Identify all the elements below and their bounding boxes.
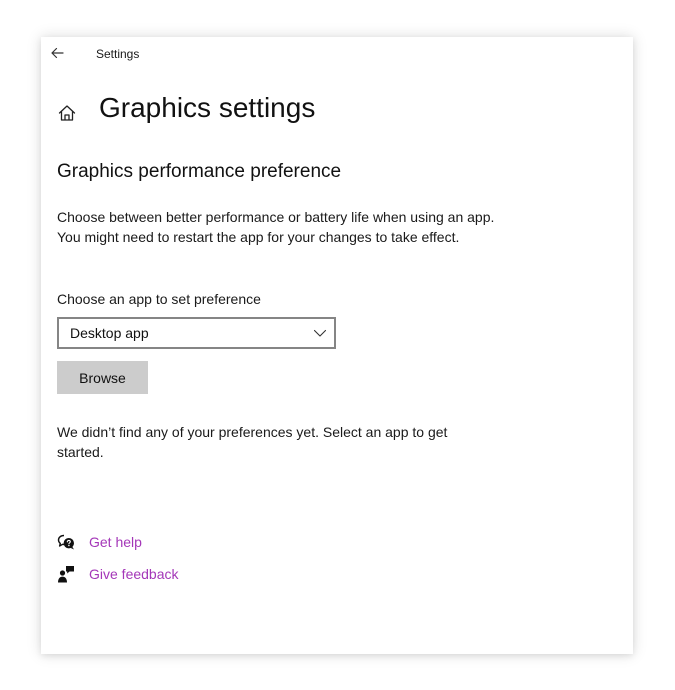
section-title: Graphics performance preference [57,161,342,182]
browse-button[interactable]: Browse [57,361,148,394]
empty-preferences-message: We didn’t find any of your preferences y… [57,424,448,460]
page-title: Graphics settings [99,92,316,123]
back-arrow-icon [51,47,64,59]
help-chat-icon [57,534,74,550]
app-picker-label: Choose an app to set preference [57,291,261,307]
chevron-down-icon [313,329,327,337]
settings-window: Settings Graphics settings Graphics perf… [41,37,633,654]
app-type-dropdown[interactable]: Desktop app [57,317,336,349]
section-description: Choose between better performance or bat… [57,209,495,245]
home-icon [58,105,76,121]
get-help-label: Get help [89,534,142,550]
back-button[interactable] [49,45,69,61]
give-feedback-label: Give feedback [89,566,179,582]
title-bar: Settings [41,37,633,69]
dropdown-selected-value: Desktop app [70,325,149,341]
feedback-person-icon [58,566,74,583]
window-title: Settings [96,47,140,61]
home-button[interactable] [57,103,77,123]
